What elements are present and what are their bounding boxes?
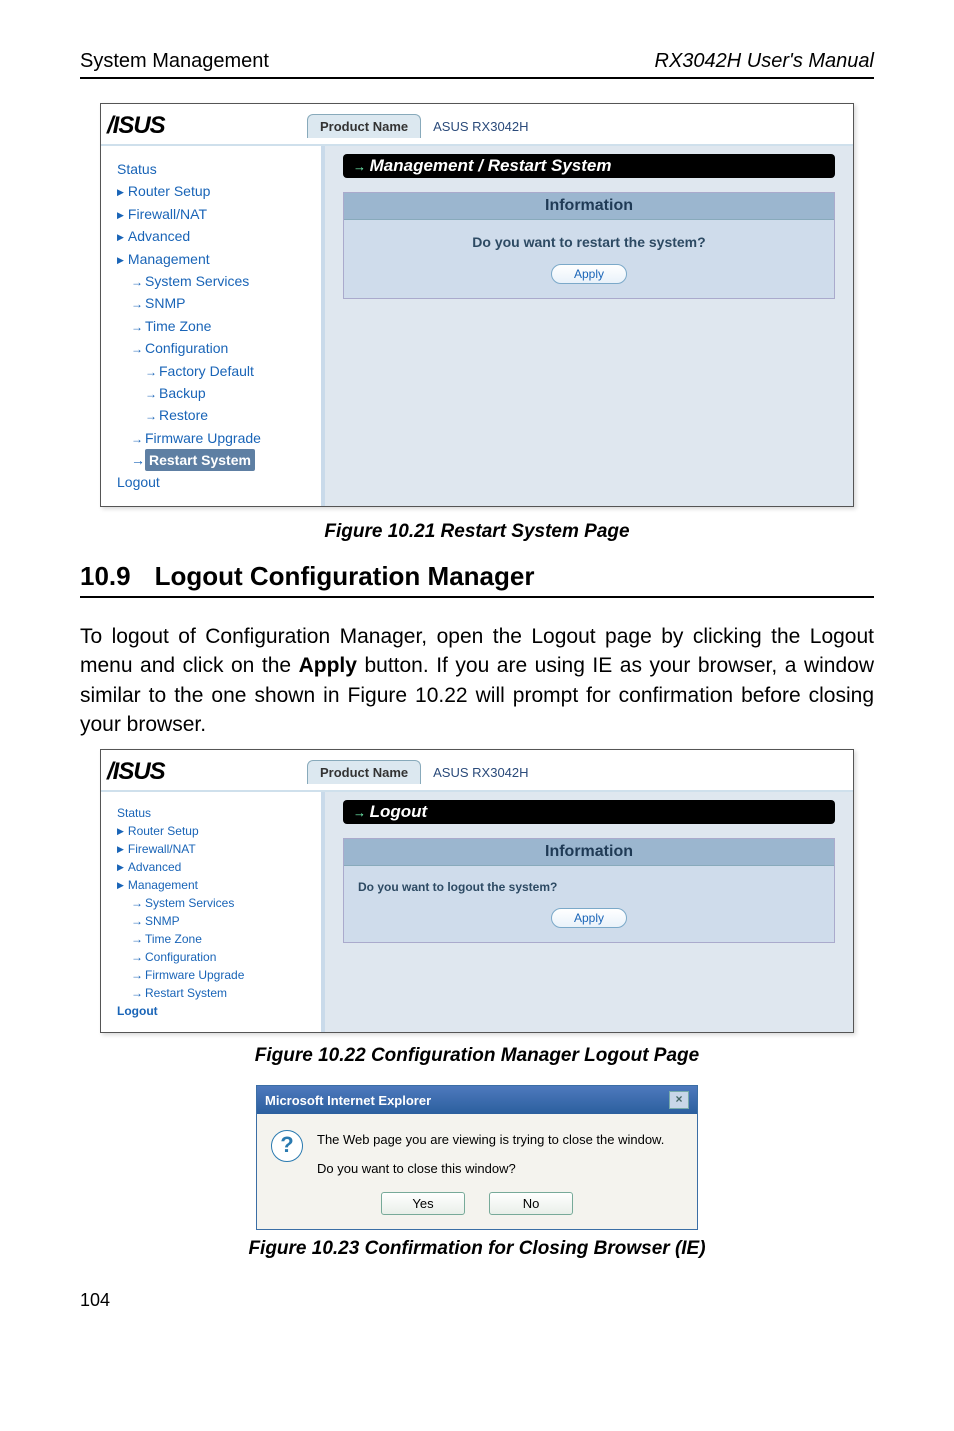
nav-time-zone[interactable]: Time Zone: [117, 315, 317, 337]
nav-factory-default[interactable]: Factory Default: [117, 360, 317, 382]
content-title: Logout: [343, 800, 835, 824]
section-number: 10.9: [80, 561, 131, 592]
nav-advanced[interactable]: Advanced: [117, 858, 317, 876]
header-right: RX3042H User's Manual: [655, 50, 874, 73]
info-panel: Information Do you want to logout the sy…: [343, 838, 835, 943]
figure-10-21: ISUS Product Name ASUS RX3042H Status Ro…: [100, 103, 854, 507]
section-title: Logout Configuration Manager: [155, 561, 535, 592]
nav-backup[interactable]: Backup: [117, 382, 317, 404]
nav-configuration[interactable]: Configuration: [117, 337, 317, 359]
para-apply: Apply: [299, 654, 357, 677]
no-button[interactable]: No: [489, 1192, 573, 1215]
nav-firewall-nat[interactable]: Firewall/NAT: [117, 203, 317, 225]
nav-restore[interactable]: Restore: [117, 404, 317, 426]
asus-logo: ISUS: [107, 112, 307, 140]
header-left: System Management: [80, 50, 269, 73]
section-heading: 10.9 Logout Configuration Manager: [80, 561, 874, 598]
nav-firewall-nat[interactable]: Firewall/NAT: [117, 840, 317, 858]
nav-snmp[interactable]: SNMP: [117, 912, 317, 930]
body-paragraph: To logout of Configuration Manager, open…: [80, 622, 874, 740]
yes-button[interactable]: Yes: [381, 1192, 465, 1215]
panel-head: Information: [344, 839, 834, 866]
product-name-tab: Product Name: [307, 760, 421, 784]
nav-firmware-upgrade[interactable]: Firmware Upgrade: [117, 427, 317, 449]
ie-dialog: Microsoft Internet Explorer × ? The Web …: [256, 1085, 698, 1230]
question-icon: ?: [271, 1130, 303, 1162]
nav-sidebar: Status Router Setup Firewall/NAT Advance…: [101, 792, 325, 1032]
apply-button[interactable]: Apply: [551, 264, 627, 284]
nav-system-services[interactable]: System Services: [117, 270, 317, 292]
figure-10-23-caption: Figure 10.23 Confirmation for Closing Br…: [80, 1238, 874, 1260]
nav-restart-system[interactable]: Restart System: [117, 984, 317, 1002]
figure-10-21-caption: Figure 10.21 Restart System Page: [80, 521, 874, 543]
page-number: 104: [80, 1290, 874, 1311]
nav-system-services[interactable]: System Services: [117, 894, 317, 912]
nav-router-setup[interactable]: Router Setup: [117, 822, 317, 840]
product-name-value: ASUS RX3042H: [421, 115, 540, 138]
ie-title-bar: Microsoft Internet Explorer ×: [257, 1086, 697, 1114]
running-header: System Management RX3042H User's Manual: [80, 50, 874, 79]
nav-router-setup[interactable]: Router Setup: [117, 180, 317, 202]
nav-management[interactable]: Management: [117, 876, 317, 894]
asus-logo: ISUS: [107, 758, 307, 786]
nav-management[interactable]: Management: [117, 248, 317, 270]
figure-10-22: ISUS Product Name ASUS RX3042H Status Ro…: [100, 749, 854, 1033]
info-panel: Information Do you want to restart the s…: [343, 192, 835, 299]
nav-sidebar: Status Router Setup Firewall/NAT Advance…: [101, 146, 325, 506]
nav-logout[interactable]: Logout: [117, 1002, 317, 1020]
ie-message: The Web page you are viewing is trying t…: [317, 1130, 664, 1180]
nav-restart-system[interactable]: →Restart System: [117, 449, 317, 471]
product-name-value: ASUS RX3042H: [421, 761, 540, 784]
nav-time-zone[interactable]: Time Zone: [117, 930, 317, 948]
figure-10-22-caption: Figure 10.22 Configuration Manager Logou…: [80, 1045, 874, 1067]
close-icon[interactable]: ×: [669, 1091, 689, 1109]
logout-question: Do you want to logout the system?: [344, 866, 834, 900]
ie-line1: The Web page you are viewing is trying t…: [317, 1130, 664, 1151]
nav-advanced[interactable]: Advanced: [117, 225, 317, 247]
nav-status[interactable]: Status: [117, 158, 317, 180]
restart-question: Do you want to restart the system?: [344, 220, 834, 256]
ie-line2: Do you want to close this window?: [317, 1159, 664, 1180]
apply-button[interactable]: Apply: [551, 908, 627, 928]
content-title: Management / Restart System: [343, 154, 835, 178]
nav-snmp[interactable]: SNMP: [117, 292, 317, 314]
nav-status[interactable]: Status: [117, 804, 317, 822]
ie-title-text: Microsoft Internet Explorer: [265, 1093, 431, 1108]
nav-configuration[interactable]: Configuration: [117, 948, 317, 966]
panel-head: Information: [344, 193, 834, 220]
nav-firmware-upgrade[interactable]: Firmware Upgrade: [117, 966, 317, 984]
nav-logout[interactable]: Logout: [117, 471, 317, 493]
product-name-tab: Product Name: [307, 114, 421, 138]
